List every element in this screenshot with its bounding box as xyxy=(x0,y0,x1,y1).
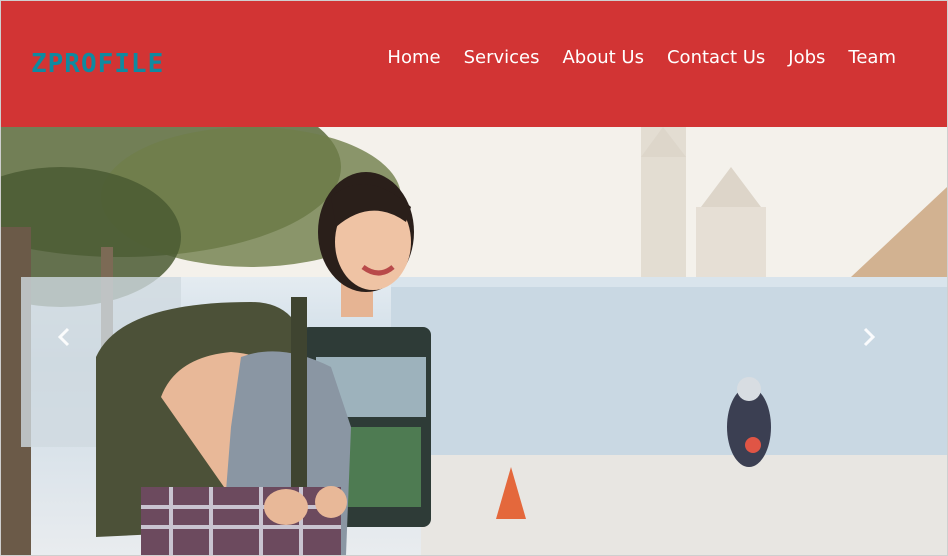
nav-about-us[interactable]: About Us xyxy=(562,46,644,70)
nav-contact-us[interactable]: Contact Us xyxy=(667,46,765,70)
nav-home[interactable]: Home xyxy=(387,46,440,70)
nav-team[interactable]: Team xyxy=(848,46,896,70)
carousel-next-button[interactable] xyxy=(861,327,891,357)
main-nav: Home Services About Us Contact Us Jobs T… xyxy=(387,46,896,70)
top-navbar: ZPROFILE Home Services About Us Contact … xyxy=(1,1,947,127)
hero-image xyxy=(1,127,947,555)
hero-carousel xyxy=(1,127,947,555)
nav-jobs[interactable]: Jobs xyxy=(788,46,825,70)
brand-logo[interactable]: ZPROFILE xyxy=(31,49,164,79)
page-frame: ZPROFILE Home Services About Us Contact … xyxy=(0,0,948,556)
chevron-left-icon xyxy=(57,327,70,347)
carousel-prev-button[interactable] xyxy=(56,327,86,357)
nav-services[interactable]: Services xyxy=(464,46,540,70)
chevron-right-icon xyxy=(863,327,876,347)
